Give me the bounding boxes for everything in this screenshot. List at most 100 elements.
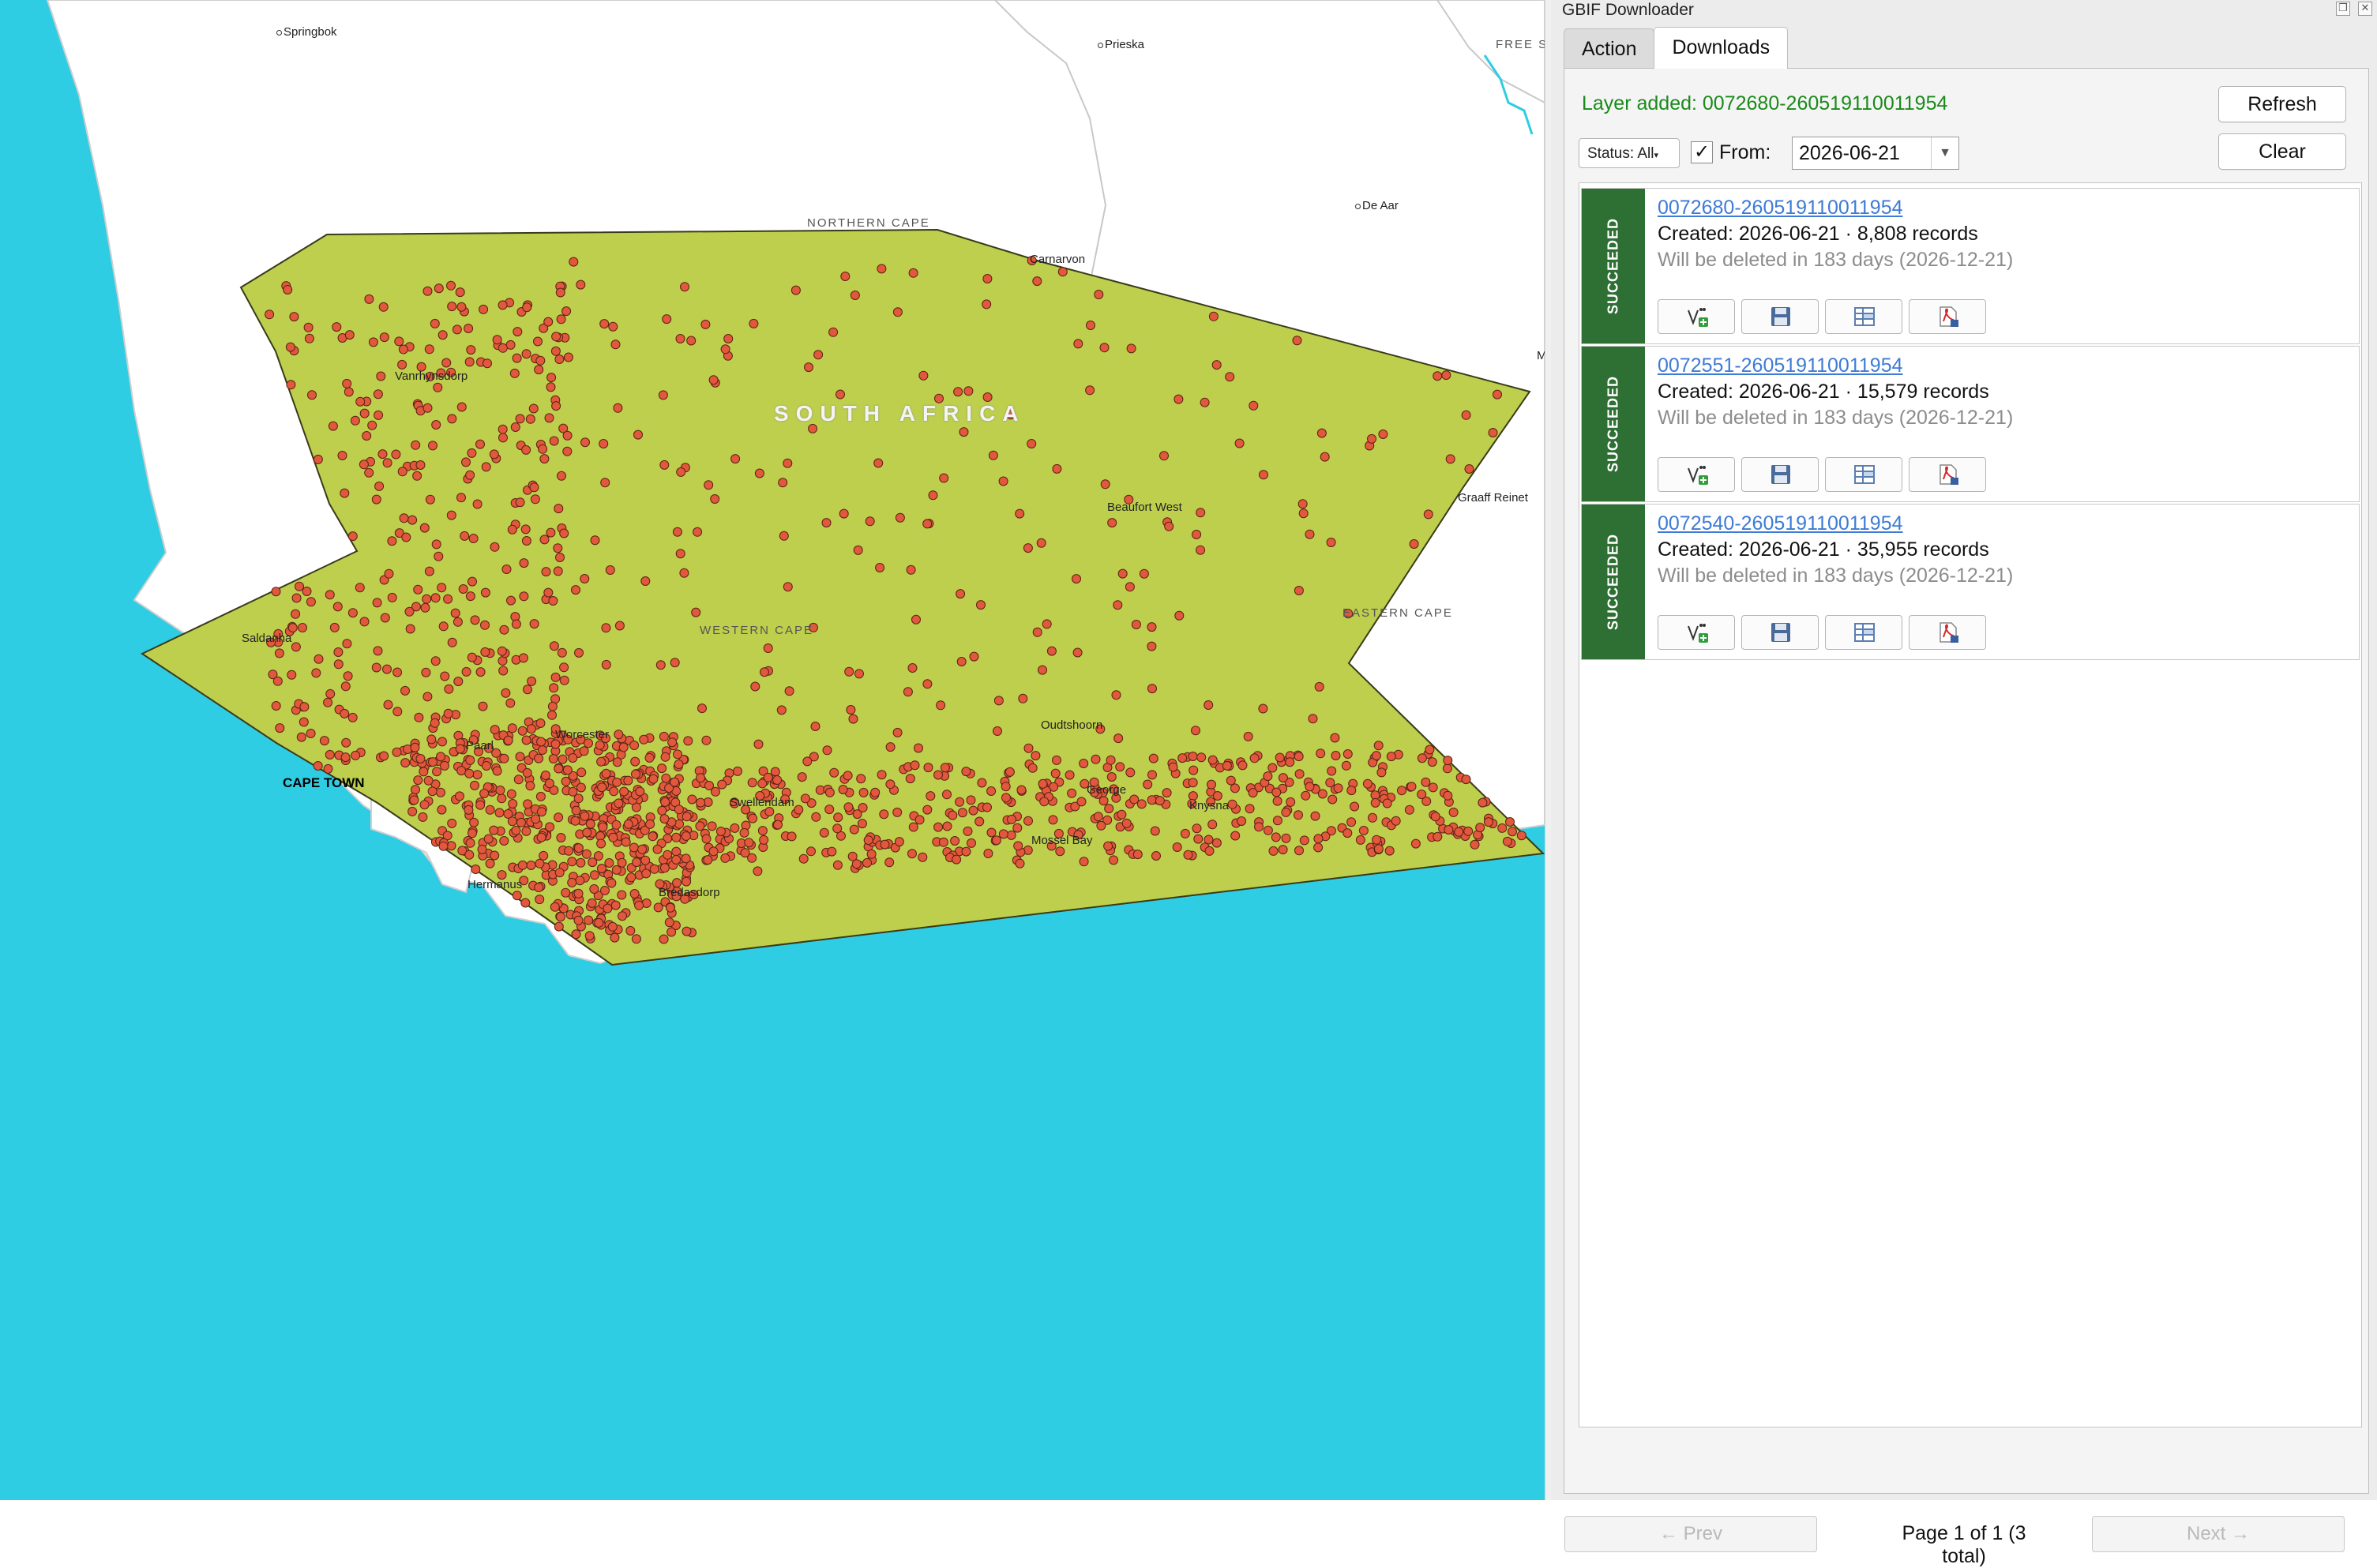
prev-page-button[interactable]: ← Prev — [1564, 1516, 1817, 1552]
attributes-button[interactable] — [1825, 615, 1902, 650]
occurrence-point — [437, 805, 447, 815]
occurrence-point — [480, 647, 490, 657]
occurrence-point — [1196, 545, 1206, 555]
occurrence-point — [455, 791, 464, 801]
occurrence-point — [1104, 804, 1114, 814]
save-button[interactable] — [1741, 299, 1819, 334]
occurrence-point — [549, 641, 559, 651]
occurrence-point — [976, 600, 986, 610]
next-page-button[interactable]: Next → — [2092, 1516, 2345, 1552]
occurrence-point — [763, 643, 773, 653]
occurrence-point — [663, 850, 673, 860]
occurrence-point — [1286, 797, 1296, 807]
occurrence-point — [1086, 321, 1095, 330]
occurrence-point — [1330, 733, 1340, 743]
attributes-button[interactable] — [1825, 457, 1902, 492]
save-button[interactable] — [1741, 615, 1819, 650]
province-label: FREE S — [1496, 38, 1545, 51]
occurrence-point — [858, 787, 869, 797]
occurrence-point — [936, 700, 946, 711]
occurrence-point — [452, 324, 462, 335]
occurrence-point — [907, 849, 917, 859]
occurrence-point — [526, 724, 536, 734]
occurrence-point — [464, 357, 475, 367]
add-layer-icon — [1688, 624, 1708, 643]
save-button[interactable] — [1741, 457, 1819, 492]
attributes-button[interactable] — [1825, 299, 1902, 334]
occurrence-point — [1310, 811, 1320, 821]
occurrence-point — [433, 382, 443, 392]
occurrence-point — [465, 591, 475, 602]
occurrence-point — [1004, 767, 1015, 777]
occurrence-point — [1271, 832, 1281, 842]
occurrence-point — [1346, 786, 1357, 796]
occurrence-point — [604, 858, 614, 868]
occurrence-point — [377, 449, 388, 460]
download-key-link[interactable]: 0072680-260519110011954 — [1658, 197, 1903, 219]
download-key-link[interactable]: 0072540-260519110011954 — [1658, 512, 1903, 535]
add-layer-button[interactable] — [1658, 615, 1735, 650]
occurrence-point — [787, 831, 797, 842]
occurrence-point — [1016, 785, 1027, 795]
pdf-button[interactable] — [1909, 457, 1986, 492]
occurrence-point — [480, 620, 490, 630]
occurrence-point — [629, 889, 640, 898]
occurrence-point — [1208, 311, 1219, 321]
occurrence-point — [1065, 770, 1075, 780]
clear-button[interactable]: Clear — [2218, 133, 2346, 170]
status-filter-select[interactable]: Status: All▾ — [1579, 138, 1680, 168]
occurrence-point — [1147, 684, 1157, 694]
tab-downloads[interactable]: Downloads — [1654, 27, 1789, 69]
calendar-dropdown-icon[interactable]: ▼ — [1931, 137, 1958, 169]
refresh-button[interactable]: Refresh — [2218, 86, 2346, 122]
occurrence-point — [306, 597, 316, 607]
occurrence-point — [534, 753, 544, 763]
occurrence-point — [1227, 799, 1237, 809]
occurrence-point — [1268, 846, 1279, 856]
add-layer-button[interactable] — [1658, 457, 1735, 492]
occurrence-point — [438, 621, 449, 632]
occurrence-point — [942, 790, 952, 800]
pdf-button[interactable] — [1909, 299, 1986, 334]
occurrence-point — [374, 481, 385, 491]
occurrence-point — [1294, 810, 1303, 820]
occurrence-point — [350, 415, 360, 426]
occurrence-point — [928, 490, 938, 501]
occurrence-point — [344, 387, 354, 397]
occurrence-point — [639, 734, 649, 745]
occurrence-point — [1015, 508, 1025, 519]
map-canvas[interactable]: Springbok Prieska De Aar Carnarvon Vanrh… — [0, 0, 1545, 1500]
occurrence-point — [1516, 831, 1526, 841]
occurrence-point — [1188, 752, 1198, 761]
add-layer-icon — [1688, 466, 1708, 485]
occurrence-point — [380, 613, 390, 623]
occurrence-point — [759, 835, 769, 845]
occurrence-point — [1234, 438, 1245, 448]
from-date-input[interactable]: 2026-06-21 ▼ — [1792, 137, 1959, 170]
occurrence-point — [906, 565, 916, 575]
occurrence-point — [468, 534, 479, 543]
occurrence-point — [1378, 430, 1388, 439]
occurrence-point — [507, 723, 517, 733]
occurrence-point — [490, 725, 500, 735]
occurrence-point — [507, 816, 517, 827]
occurrence-point — [384, 568, 394, 579]
occurrence-point — [1267, 763, 1278, 773]
occurrence-point — [274, 648, 284, 658]
occurrence-point — [580, 811, 590, 821]
add-layer-button[interactable] — [1658, 299, 1735, 334]
from-date-checkbox[interactable]: ✓ — [1691, 141, 1713, 163]
float-panel-button[interactable]: ❐ — [2336, 2, 2350, 16]
layer-added-message: Layer added: 0072680-260519110011954 — [1582, 92, 1948, 114]
occurrence-point — [1109, 855, 1119, 865]
occurrence-point — [998, 829, 1008, 839]
pdf-button[interactable] — [1909, 615, 1986, 650]
occurrence-point — [1183, 850, 1193, 860]
occurrence-point — [424, 344, 434, 354]
occurrence-point — [1230, 783, 1240, 793]
download-key-link[interactable]: 0072551-260519110011954 — [1658, 354, 1903, 377]
occurrence-point — [444, 684, 454, 694]
occurrence-point — [659, 934, 669, 944]
close-panel-button[interactable]: ✕ — [2358, 2, 2372, 16]
tab-action[interactable]: Action — [1564, 28, 1655, 69]
